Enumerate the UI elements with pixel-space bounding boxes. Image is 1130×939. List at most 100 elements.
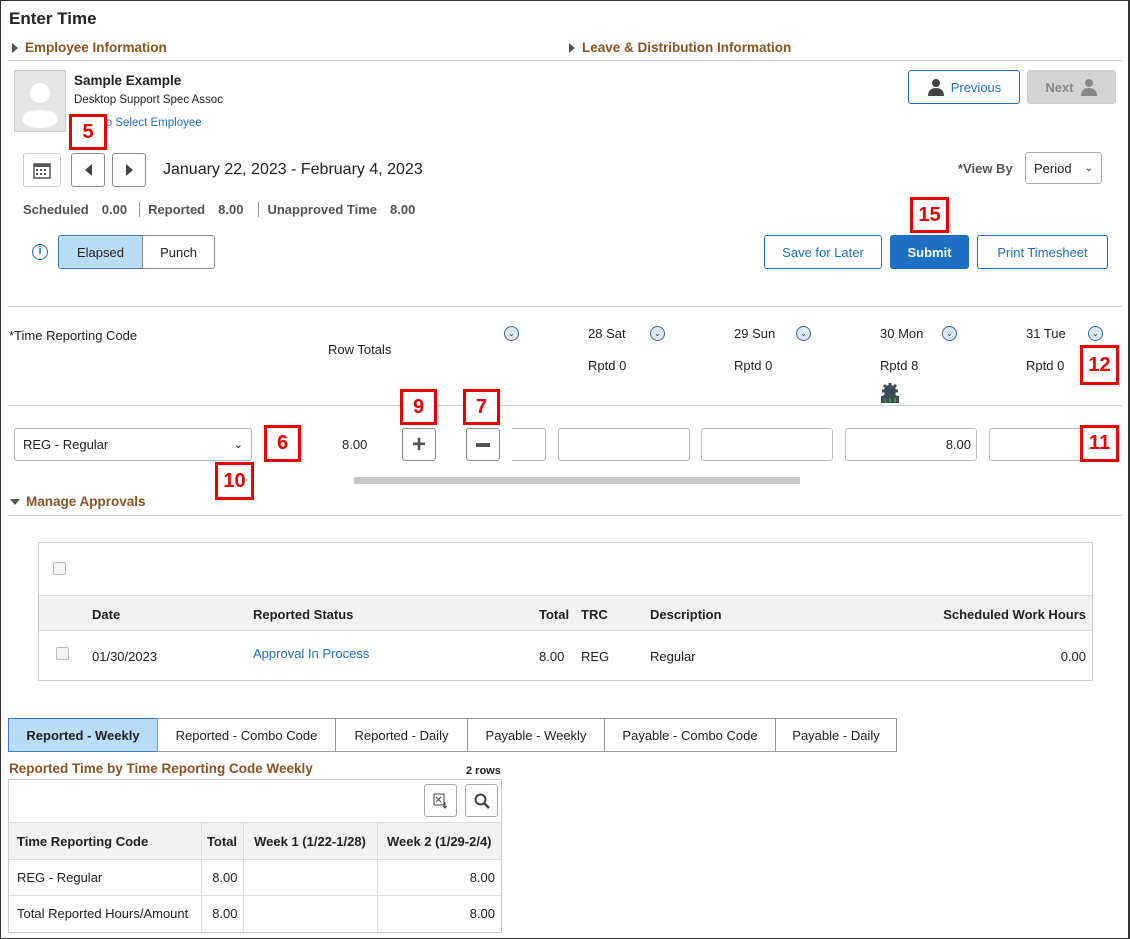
chevron-down-circle-icon[interactable]: ⌄	[942, 326, 957, 341]
print-timesheet-button[interactable]: Print Timesheet	[977, 235, 1108, 269]
previous-period-button[interactable]	[71, 153, 105, 187]
callout-9: 9	[400, 389, 437, 425]
scheduled-label: Scheduled	[23, 202, 89, 217]
weekly-title: Reported Time by Time Reporting Code Wee…	[9, 761, 313, 776]
header-trc: Time Reporting Code	[9, 822, 202, 860]
divider	[8, 60, 1122, 61]
callout-7: 7	[463, 389, 500, 425]
chevron-down-circle-icon[interactable]: ⌄	[504, 326, 519, 341]
triangle-right-icon	[12, 43, 18, 53]
divider	[8, 405, 1122, 406]
trc-value: REG - Regular	[23, 437, 109, 452]
chevron-down-icon: ⌄	[233, 439, 243, 451]
cell: Total Reported Hours/Amount	[9, 895, 202, 932]
horizontal-scrollbar[interactable]	[354, 477, 800, 484]
status-link[interactable]: Approval In Process	[253, 646, 369, 661]
header-total: Total	[200, 822, 244, 860]
view-by-label: *View By	[958, 161, 1013, 176]
unapproved-label: Unapproved Time	[267, 202, 377, 217]
tab-reported-weekly[interactable]: Reported - Weekly	[8, 718, 158, 752]
elapsed-label: Elapsed	[77, 244, 124, 260]
approvals-header-row: Date Reported Status Total TRC Descripti…	[39, 595, 1092, 631]
add-row-button[interactable]: +	[402, 428, 436, 461]
table-row: 01/30/2023 Approval In Process 8.00 REG …	[39, 631, 1092, 680]
callout-15: 15	[910, 197, 949, 233]
day-header: 28 Sat	[588, 326, 626, 341]
punch-label: Punch	[160, 244, 197, 260]
delete-row-button[interactable]	[466, 428, 500, 461]
search-button[interactable]	[465, 784, 498, 817]
day-header: 30 Mon	[880, 326, 924, 341]
trc-header: *Time Reporting Code	[9, 328, 138, 343]
tab-payable-combo-code[interactable]: Payable - Combo Code	[604, 718, 776, 752]
header-scheduled-hours: Scheduled Work Hours	[943, 607, 1086, 622]
day-input-27[interactable]	[512, 428, 546, 461]
cell-scheduled: 0.00	[1060, 649, 1086, 664]
reported-label: Reported	[148, 202, 206, 217]
tab-payable-daily[interactable]: Payable - Daily	[775, 718, 897, 752]
callout-10: 10	[215, 462, 254, 500]
callout-11: 11	[1080, 425, 1119, 462]
tab-reported-combo-code[interactable]: Reported - Combo Code	[157, 718, 336, 752]
info-icon[interactable]: i	[32, 244, 48, 260]
previous-label: Previous	[950, 79, 1002, 95]
day-input-30[interactable]: 8.00	[845, 428, 977, 461]
day-reported: Rptd 0	[734, 358, 773, 373]
table-row: REG - Regular 8.00 8.00	[9, 859, 501, 896]
header-description: Description	[650, 607, 722, 622]
reported-value: 8.00	[218, 202, 244, 217]
cell: 8.00	[200, 895, 244, 932]
chevron-down-circle-icon[interactable]: ⌄	[650, 326, 665, 341]
select-employee-link[interactable]: n to Select Employee	[93, 117, 202, 129]
day-header: 29 Sun	[734, 326, 776, 341]
table-row: Total Reported Hours/Amount 8.00 8.00	[9, 895, 501, 932]
employee-information-toggle[interactable]: Employee Information	[12, 40, 167, 55]
trc-select[interactable]: REG - Regular ⌄	[14, 428, 252, 461]
calendar-button[interactable]	[23, 153, 61, 187]
cell-total: 8.00	[539, 649, 565, 664]
elapsed-toggle[interactable]: Elapsed	[58, 235, 143, 269]
cell-description: Regular	[650, 649, 696, 664]
day-reported: Rptd 0	[1026, 358, 1065, 373]
approvals-grid: Date Reported Status Total TRC Descripti…	[38, 542, 1093, 681]
cell: REG - Regular	[9, 859, 202, 896]
header-date: Date	[92, 607, 121, 622]
person-icon	[927, 79, 944, 96]
tab-payable-weekly[interactable]: Payable - Weekly	[467, 718, 605, 752]
header-week1: Week 1 (1/22-1/28)	[242, 822, 378, 860]
employee-name: Sample Example	[74, 73, 182, 88]
callout-5: 5	[69, 114, 107, 150]
header-total: Total	[539, 607, 570, 622]
select-all-checkbox[interactable]	[53, 562, 66, 575]
cell-trc: REG	[581, 649, 610, 664]
unapproved-value: 8.00	[390, 202, 416, 217]
day-input-29[interactable]	[701, 428, 833, 461]
header-row: Time Reporting Code Total Week 1 (1/22-1…	[9, 822, 501, 860]
manage-approvals-toggle[interactable]: Manage Approvals	[10, 494, 146, 509]
submit-button[interactable]: Submit	[890, 235, 969, 269]
time-summary: Scheduled 0.00 Reported 8.00 Unapproved Ti…	[23, 202, 415, 217]
next-button[interactable]: Next	[1027, 70, 1116, 104]
next-period-button[interactable]	[112, 153, 146, 187]
callout-12: 12	[1080, 345, 1119, 385]
cell: 8.00	[200, 859, 244, 896]
previous-button[interactable]: Previous	[908, 70, 1020, 104]
day-reported: Rptd 0	[588, 358, 627, 373]
section-label: Leave & Distribution Information	[582, 40, 792, 55]
row-totals-header: Row Totals	[328, 342, 392, 357]
chevron-down-circle-icon[interactable]: ⌄	[1088, 326, 1103, 341]
section-label: Employee Information	[25, 40, 167, 55]
triangle-down-icon	[10, 499, 20, 505]
day-input-28[interactable]	[558, 428, 690, 461]
cell: 8.00	[376, 895, 501, 932]
save-for-later-button[interactable]: Save for Later	[764, 235, 882, 269]
chevron-down-circle-icon[interactable]: ⌄	[796, 326, 811, 341]
person-icon	[1080, 79, 1097, 96]
gear-icon[interactable]	[880, 383, 900, 406]
tab-reported-daily[interactable]: Reported - Daily	[335, 718, 468, 752]
leave-distribution-toggle[interactable]: Leave & Distribution Information	[569, 40, 791, 55]
view-by-select[interactable]: Period ⌄	[1025, 152, 1102, 184]
row-checkbox[interactable]	[56, 647, 69, 660]
punch-toggle[interactable]: Punch	[142, 235, 215, 269]
export-excel-button[interactable]	[424, 784, 457, 817]
